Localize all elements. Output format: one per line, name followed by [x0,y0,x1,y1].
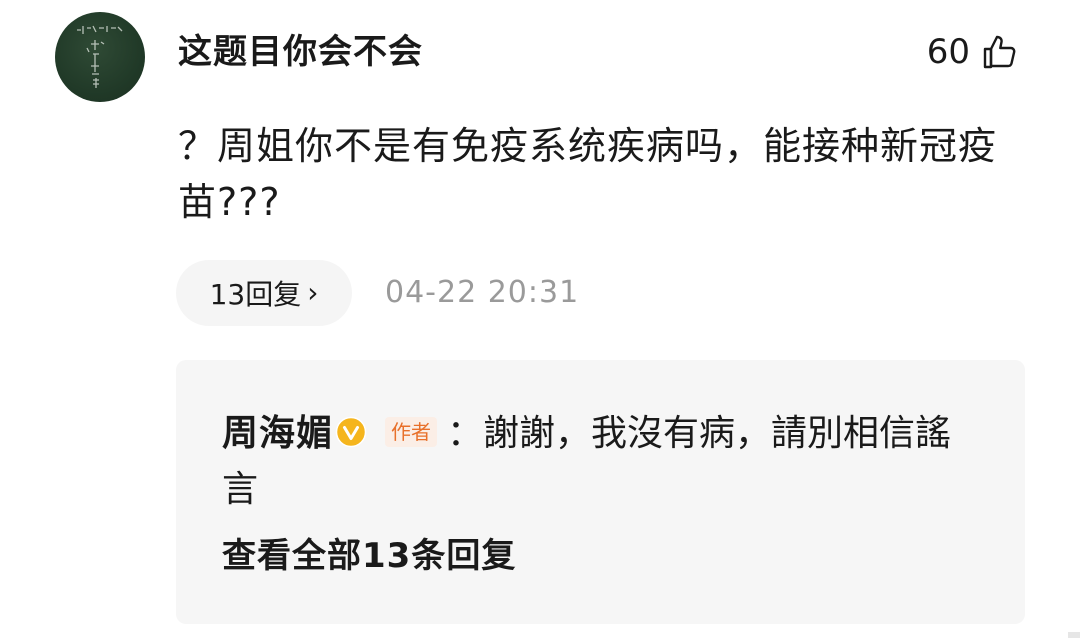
replies-button[interactable]: 13回复 › [176,260,352,326]
view-all-replies-link[interactable]: 查看全部13条回复 [222,532,516,580]
chevron-right-icon: › [307,276,319,309]
reply-author-name[interactable]: 周海媚 [222,413,333,454]
comment-username[interactable]: 这题目你会不会 [178,28,423,76]
verified-badge-icon [335,416,367,448]
replies-count-label: 13回复 [209,278,302,311]
reply-preview-box[interactable]: 周海媚 作者 ：謝謝，我沒有病，請別相信謠言 查看全部13条回复 [176,360,1025,624]
reply-preview-item: 周海媚 作者 ：謝謝，我沒有病，請別相信謠言 [222,406,982,518]
chalkboard-avatar-image [77,25,123,88]
scroll-edge-indicator [1068,632,1080,638]
comment-body: ？周姐你不是有免疫系统疾病吗，能接种新冠疫苗??? [178,124,998,224]
author-tag: 作者 [385,417,438,447]
comment-thread: 这题目你会不会 60 ？周姐你不是有免疫系统疾病吗，能接种新冠疫苗??? 13回… [0,0,1080,638]
comment-timestamp: 04-22 20:31 [385,275,580,310]
like-button[interactable]: 60 [927,28,1020,76]
user-avatar[interactable] [55,12,145,102]
like-count: 60 [926,32,970,72]
reply-separator: ： [447,413,484,454]
thumbs-up-icon[interactable] [980,32,1020,72]
